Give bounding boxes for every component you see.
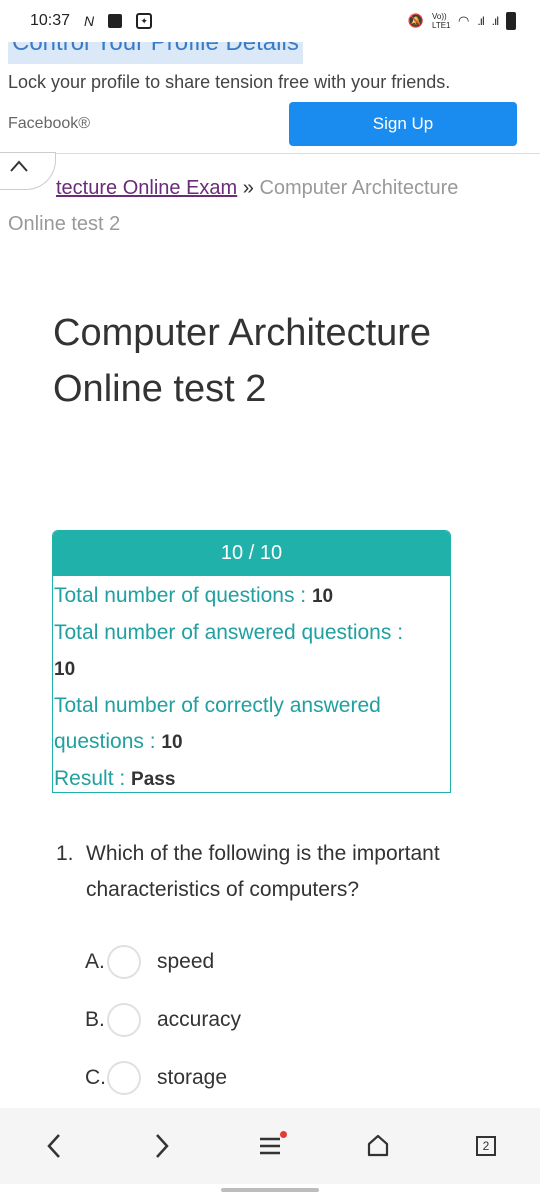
network-label: Vo)) LTE1 bbox=[431, 12, 451, 30]
ad-source: Facebook® bbox=[8, 115, 91, 132]
breadcrumb: tecture Online Exam » Computer Architect… bbox=[8, 170, 508, 242]
question-number: 1. bbox=[56, 842, 74, 865]
option-radio[interactable] bbox=[107, 945, 141, 979]
ad-heading[interactable]: Control Your Profile Details bbox=[8, 42, 303, 64]
accessibility-icon: ✦ bbox=[136, 13, 153, 29]
mute-icon: 🔕 bbox=[407, 13, 424, 28]
menu-button[interactable] bbox=[245, 1121, 295, 1171]
status-time: 10:37 bbox=[30, 12, 71, 29]
option-radio[interactable] bbox=[107, 1003, 141, 1037]
result-details: Total number of questions : 10 Total num… bbox=[53, 576, 450, 798]
breadcrumb-separator: » bbox=[242, 177, 254, 199]
option-label: storage bbox=[157, 1066, 228, 1089]
gesture-bar[interactable] bbox=[221, 1188, 319, 1192]
result-box: 10 / 10 Total number of questions : 10 T… bbox=[52, 530, 451, 793]
option-c[interactable]: C. storage bbox=[85, 1061, 227, 1095]
chevron-right-icon bbox=[156, 1134, 169, 1158]
chevron-left-icon bbox=[47, 1134, 60, 1158]
option-label: accuracy bbox=[157, 1008, 242, 1031]
wifi-icon: ◠ bbox=[457, 13, 470, 28]
hamburger-menu-icon bbox=[260, 1137, 280, 1155]
option-letter: A. bbox=[85, 950, 105, 973]
forward-button[interactable] bbox=[137, 1121, 187, 1171]
question-text: Which of the following is the important … bbox=[86, 842, 440, 901]
result-score: 10 / 10 bbox=[53, 531, 450, 576]
ad-text: Lock your profile to share tension free … bbox=[8, 72, 451, 92]
question: 1. Which of the following is the importa… bbox=[56, 836, 476, 908]
sign-up-button[interactable]: Sign Up bbox=[289, 102, 517, 146]
breadcrumb-link[interactable]: tecture Online Exam bbox=[56, 177, 237, 199]
signal-icon: .ıl bbox=[477, 14, 484, 28]
nfc-icon: N bbox=[84, 13, 95, 29]
option-label: speed bbox=[157, 950, 215, 973]
ad-banner: Control Your Profile Details Lock your p… bbox=[0, 42, 540, 154]
back-button[interactable] bbox=[29, 1121, 79, 1171]
browser-nav-bar: 2 bbox=[0, 1108, 540, 1184]
tabs-icon: 2 bbox=[476, 1136, 496, 1156]
option-letter: B. bbox=[85, 1008, 105, 1031]
option-radio[interactable] bbox=[107, 1061, 141, 1095]
signal-2-icon: .ıl bbox=[491, 14, 499, 28]
correct-answers-row: Total number of correctly answered quest… bbox=[54, 694, 381, 753]
notification-dot-icon bbox=[280, 1131, 287, 1138]
answered-questions-row: Total number of answered questions : 10 bbox=[54, 621, 404, 680]
option-b[interactable]: B. accuracy bbox=[85, 1003, 241, 1037]
option-a[interactable]: A. speed bbox=[85, 945, 214, 979]
home-icon bbox=[367, 1134, 389, 1157]
home-button[interactable] bbox=[353, 1121, 403, 1171]
tabs-button[interactable]: 2 bbox=[461, 1121, 511, 1171]
result-row: Result : Pass bbox=[54, 767, 176, 790]
notification-square-icon bbox=[108, 14, 123, 28]
battery-icon bbox=[506, 12, 516, 30]
status-bar: 10:37 N ✦ 🔕 Vo)) LTE1 ◠ .ıl .ıl bbox=[0, 0, 540, 42]
page-title: Computer Architecture Online test 2 bbox=[53, 312, 432, 410]
option-letter: C. bbox=[85, 1066, 106, 1089]
total-questions-row: Total number of questions : 10 bbox=[54, 584, 334, 607]
